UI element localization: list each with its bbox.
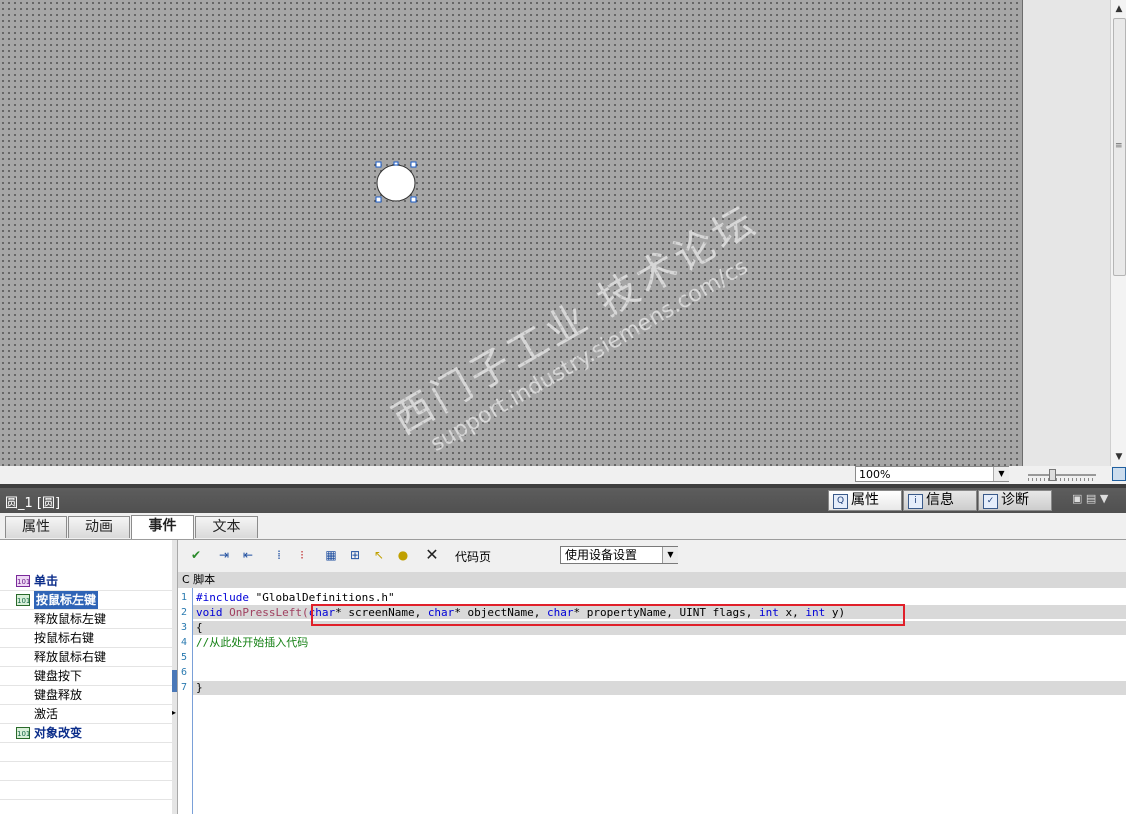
- window-controls[interactable]: ▣ ▤ ▼: [1072, 492, 1108, 505]
- line-number: 2: [181, 607, 188, 618]
- diagnostics-icon: ✓: [983, 494, 998, 509]
- vertical-scrollbar[interactable]: ▲ ≡ ▼: [1110, 0, 1126, 466]
- line-number: 6: [181, 667, 188, 678]
- highlight-annotation: [311, 604, 905, 626]
- delete-icon[interactable]: ✕: [423, 546, 441, 564]
- code-line-3: {: [196, 621, 203, 634]
- event-key-down[interactable]: 键盘按下: [0, 667, 172, 686]
- chevron-down-icon[interactable]: ▼: [662, 547, 678, 563]
- event-key-up[interactable]: 键盘释放: [0, 686, 172, 705]
- scroll-down-icon[interactable]: ▼: [1112, 450, 1126, 464]
- compile-icon[interactable]: ✔: [187, 546, 205, 564]
- script-label: C 脚本: [178, 572, 1126, 588]
- event-click[interactable]: 101 单击: [0, 572, 172, 591]
- tag-icon[interactable]: ▦: [322, 546, 340, 564]
- code-line-4: //从此处开始插入代码: [196, 636, 309, 649]
- slider-knob[interactable]: [1049, 469, 1056, 481]
- chevron-down-icon[interactable]: ▼: [993, 467, 1009, 481]
- grip-icon: ≡: [1115, 141, 1123, 151]
- event-press-left[interactable]: 101 按鼠标左键: [0, 591, 172, 610]
- event-activate[interactable]: 激活: [0, 705, 172, 724]
- code-line-1: #include "GlobalDefinitions.h": [196, 591, 395, 604]
- uncomment-icon[interactable]: ⁝: [293, 546, 311, 564]
- line-number: 5: [181, 652, 188, 663]
- selection-handle: [410, 161, 417, 168]
- event-icon: 101: [16, 575, 30, 587]
- header-tab-info[interactable]: i 信息: [903, 490, 977, 511]
- event-release-right[interactable]: 释放鼠标右键: [0, 648, 172, 667]
- chevron-down-icon[interactable]: ▼: [1100, 492, 1108, 505]
- line-number: 3: [181, 622, 188, 633]
- lightbulb-icon[interactable]: ●: [394, 546, 412, 564]
- outdent-icon[interactable]: ⇤: [239, 546, 257, 564]
- canvas-margin: [1023, 0, 1110, 466]
- function-icon[interactable]: ⊞: [346, 546, 364, 564]
- tab-texts[interactable]: 文本: [195, 516, 258, 538]
- selection-handle: [375, 196, 382, 203]
- zoom-slider[interactable]: [1028, 468, 1096, 482]
- header-tab-diagnostics[interactable]: ✓ 诊断: [978, 490, 1052, 511]
- selection-handle: [375, 161, 382, 168]
- event-press-right[interactable]: 按鼠标右键: [0, 629, 172, 648]
- restore-icon[interactable]: ▣: [1072, 492, 1082, 505]
- line-highlight: [193, 681, 1126, 695]
- event-release-left[interactable]: 释放鼠标左键: [0, 610, 172, 629]
- properties-icon: Q: [833, 494, 848, 509]
- event-object-change[interactable]: 101 对象改变: [0, 724, 172, 743]
- screen-canvas[interactable]: [0, 0, 1023, 466]
- tab-animation[interactable]: 动画: [68, 516, 130, 538]
- event-icon: 101: [16, 727, 30, 739]
- line-number: 1: [181, 592, 188, 603]
- line-number: 4: [181, 637, 188, 648]
- collapse-icon[interactable]: [172, 670, 177, 692]
- tab-events[interactable]: 事件: [131, 515, 194, 539]
- selection-handle: [393, 161, 399, 166]
- scroll-up-icon[interactable]: ▲: [1112, 2, 1126, 16]
- event-list: 101 单击 101 按鼠标左键 释放鼠标左键 按鼠标右键 释放鼠标右键 键盘按…: [0, 540, 173, 814]
- comment-icon[interactable]: ⁞: [270, 546, 288, 564]
- codepage-select[interactable]: 使用设备设置: [560, 546, 678, 564]
- selection-handle: [410, 196, 417, 203]
- line-number: 7: [181, 682, 188, 693]
- info-icon: i: [908, 494, 923, 509]
- expand-icon[interactable]: ▸: [172, 708, 176, 717]
- scrollbar-thumb[interactable]: ≡: [1113, 18, 1126, 276]
- header-tab-properties[interactable]: Q 属性: [828, 490, 902, 511]
- event-icon: 101: [16, 594, 30, 606]
- zoom-select[interactable]: 100%: [855, 466, 1009, 482]
- zoom-fit-icon[interactable]: [1112, 467, 1126, 481]
- indent-icon[interactable]: ⇥: [215, 546, 233, 564]
- circle-object[interactable]: [372, 160, 420, 206]
- object-picker-icon[interactable]: ↖: [370, 546, 388, 564]
- codepage-label: 代码页: [455, 550, 492, 564]
- code-line-7: }: [196, 681, 203, 694]
- object-title: 圆_1 [圆]: [5, 496, 61, 511]
- layout-icon[interactable]: ▤: [1086, 492, 1096, 505]
- tab-properties[interactable]: 属性: [5, 516, 67, 538]
